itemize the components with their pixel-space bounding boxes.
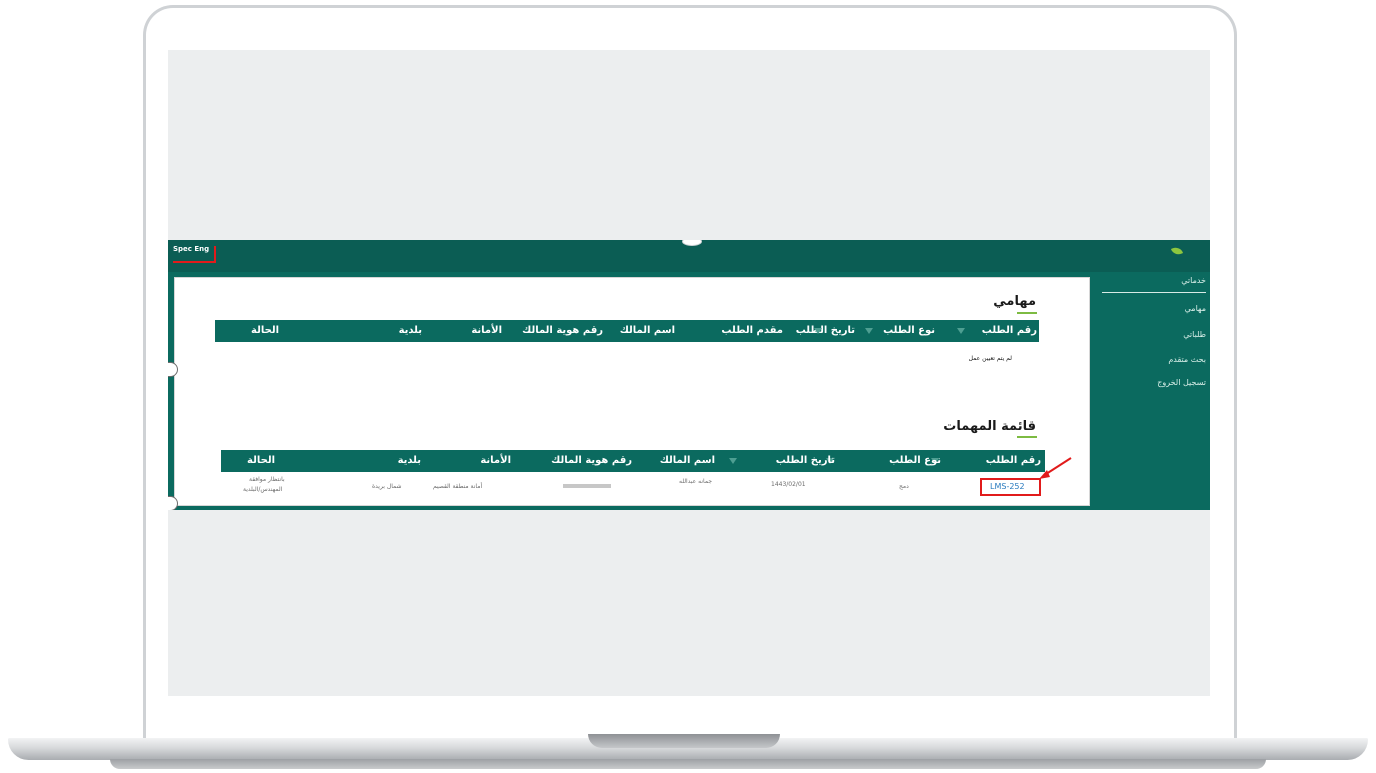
col-municipality[interactable]: بلدية	[398, 455, 421, 466]
laptop-base	[0, 732, 1376, 773]
tasks-title: مهامي	[993, 294, 1036, 309]
filter-icon[interactable]	[729, 458, 737, 464]
owner-id-redacted	[563, 484, 611, 488]
sidebar-item-requests[interactable]: طلباتي	[1183, 330, 1206, 339]
sidebar: خدماتي مهامي طلباتي بحث متقدم تسجيل الخر…	[1096, 272, 1210, 506]
col-request-type[interactable]: نوع الطلب	[883, 325, 935, 336]
tasks-title-underline	[1017, 312, 1037, 314]
empty-tasks-message: لم يتم تعيين عمل	[968, 355, 1012, 362]
resize-handle-icon	[168, 496, 178, 510]
main-content: مهامي رقم الطلب نوع الطلب تاريخ الطلب مق…	[174, 277, 1090, 506]
municipality-cell: شمال بريدة	[372, 483, 402, 490]
col-municipality[interactable]: بلدية	[399, 325, 422, 336]
col-status[interactable]: الحالة	[251, 325, 279, 336]
col-owner-id[interactable]: رقم هوية المالك	[551, 455, 632, 466]
col-owner-name[interactable]: اسم المالك	[620, 325, 675, 336]
col-request-type[interactable]: نوع الطلب	[889, 455, 941, 466]
filter-icon[interactable]	[814, 328, 822, 334]
leaf-logo-icon	[1170, 245, 1184, 257]
task-list-table-header: رقم الطلب نوع الطلب تاريخ الطلب اسم الما…	[221, 450, 1045, 472]
filter-icon[interactable]	[865, 328, 873, 334]
col-amana[interactable]: الأمانة	[480, 455, 511, 466]
request-no-link[interactable]: LMS-252	[990, 482, 1025, 491]
task-list-title: قائمة المهمات	[943, 419, 1036, 434]
amana-cell: أمانة منطقة القصيم	[433, 483, 483, 490]
request-date-cell: 1443/02/01	[771, 481, 806, 488]
col-owner-id[interactable]: رقم هوية المالك	[522, 325, 603, 336]
sidebar-item-logout[interactable]: تسجيل الخروج	[1157, 378, 1206, 387]
task-list-title-underline	[1017, 436, 1037, 438]
col-amana[interactable]: الأمانة	[471, 325, 502, 336]
col-applicant[interactable]: مقدم الطلب	[721, 325, 783, 336]
tasks-table-header: رقم الطلب نوع الطلب تاريخ الطلب مقدم الط…	[215, 320, 1039, 342]
sidebar-item-advanced-search[interactable]: بحث متقدم	[1168, 355, 1206, 364]
col-request-no[interactable]: رقم الطلب	[982, 325, 1037, 336]
col-owner-name[interactable]: اسم المالك	[660, 455, 715, 466]
status-cell-line2: المهندس/البلدية	[243, 486, 283, 493]
laptop-base-bottom	[110, 759, 1266, 769]
owner-name-cell: جمانه عبدالله	[679, 478, 713, 485]
user-highlight-mark	[173, 246, 216, 263]
col-request-date[interactable]: تاريخ الطلب	[796, 325, 855, 336]
request-type-cell: دمج	[899, 483, 909, 490]
status-cell-line1: بانتظار موافقة	[249, 476, 285, 483]
sidebar-item-services[interactable]: خدماتي	[1181, 276, 1206, 285]
red-arrow-icon	[1039, 457, 1072, 479]
col-request-date[interactable]: تاريخ الطلب	[776, 455, 835, 466]
col-status[interactable]: الحالة	[247, 455, 275, 466]
sidebar-item-tasks[interactable]: مهامي	[1185, 304, 1206, 313]
app-window: Spec Eng خدماتي مهامي طلباتي بحث متقدم ت…	[168, 240, 1210, 510]
col-request-no[interactable]: رقم الطلب	[986, 455, 1041, 466]
filter-icon[interactable]	[957, 328, 965, 334]
sidebar-divider	[1102, 292, 1206, 293]
laptop-notch	[588, 734, 780, 748]
